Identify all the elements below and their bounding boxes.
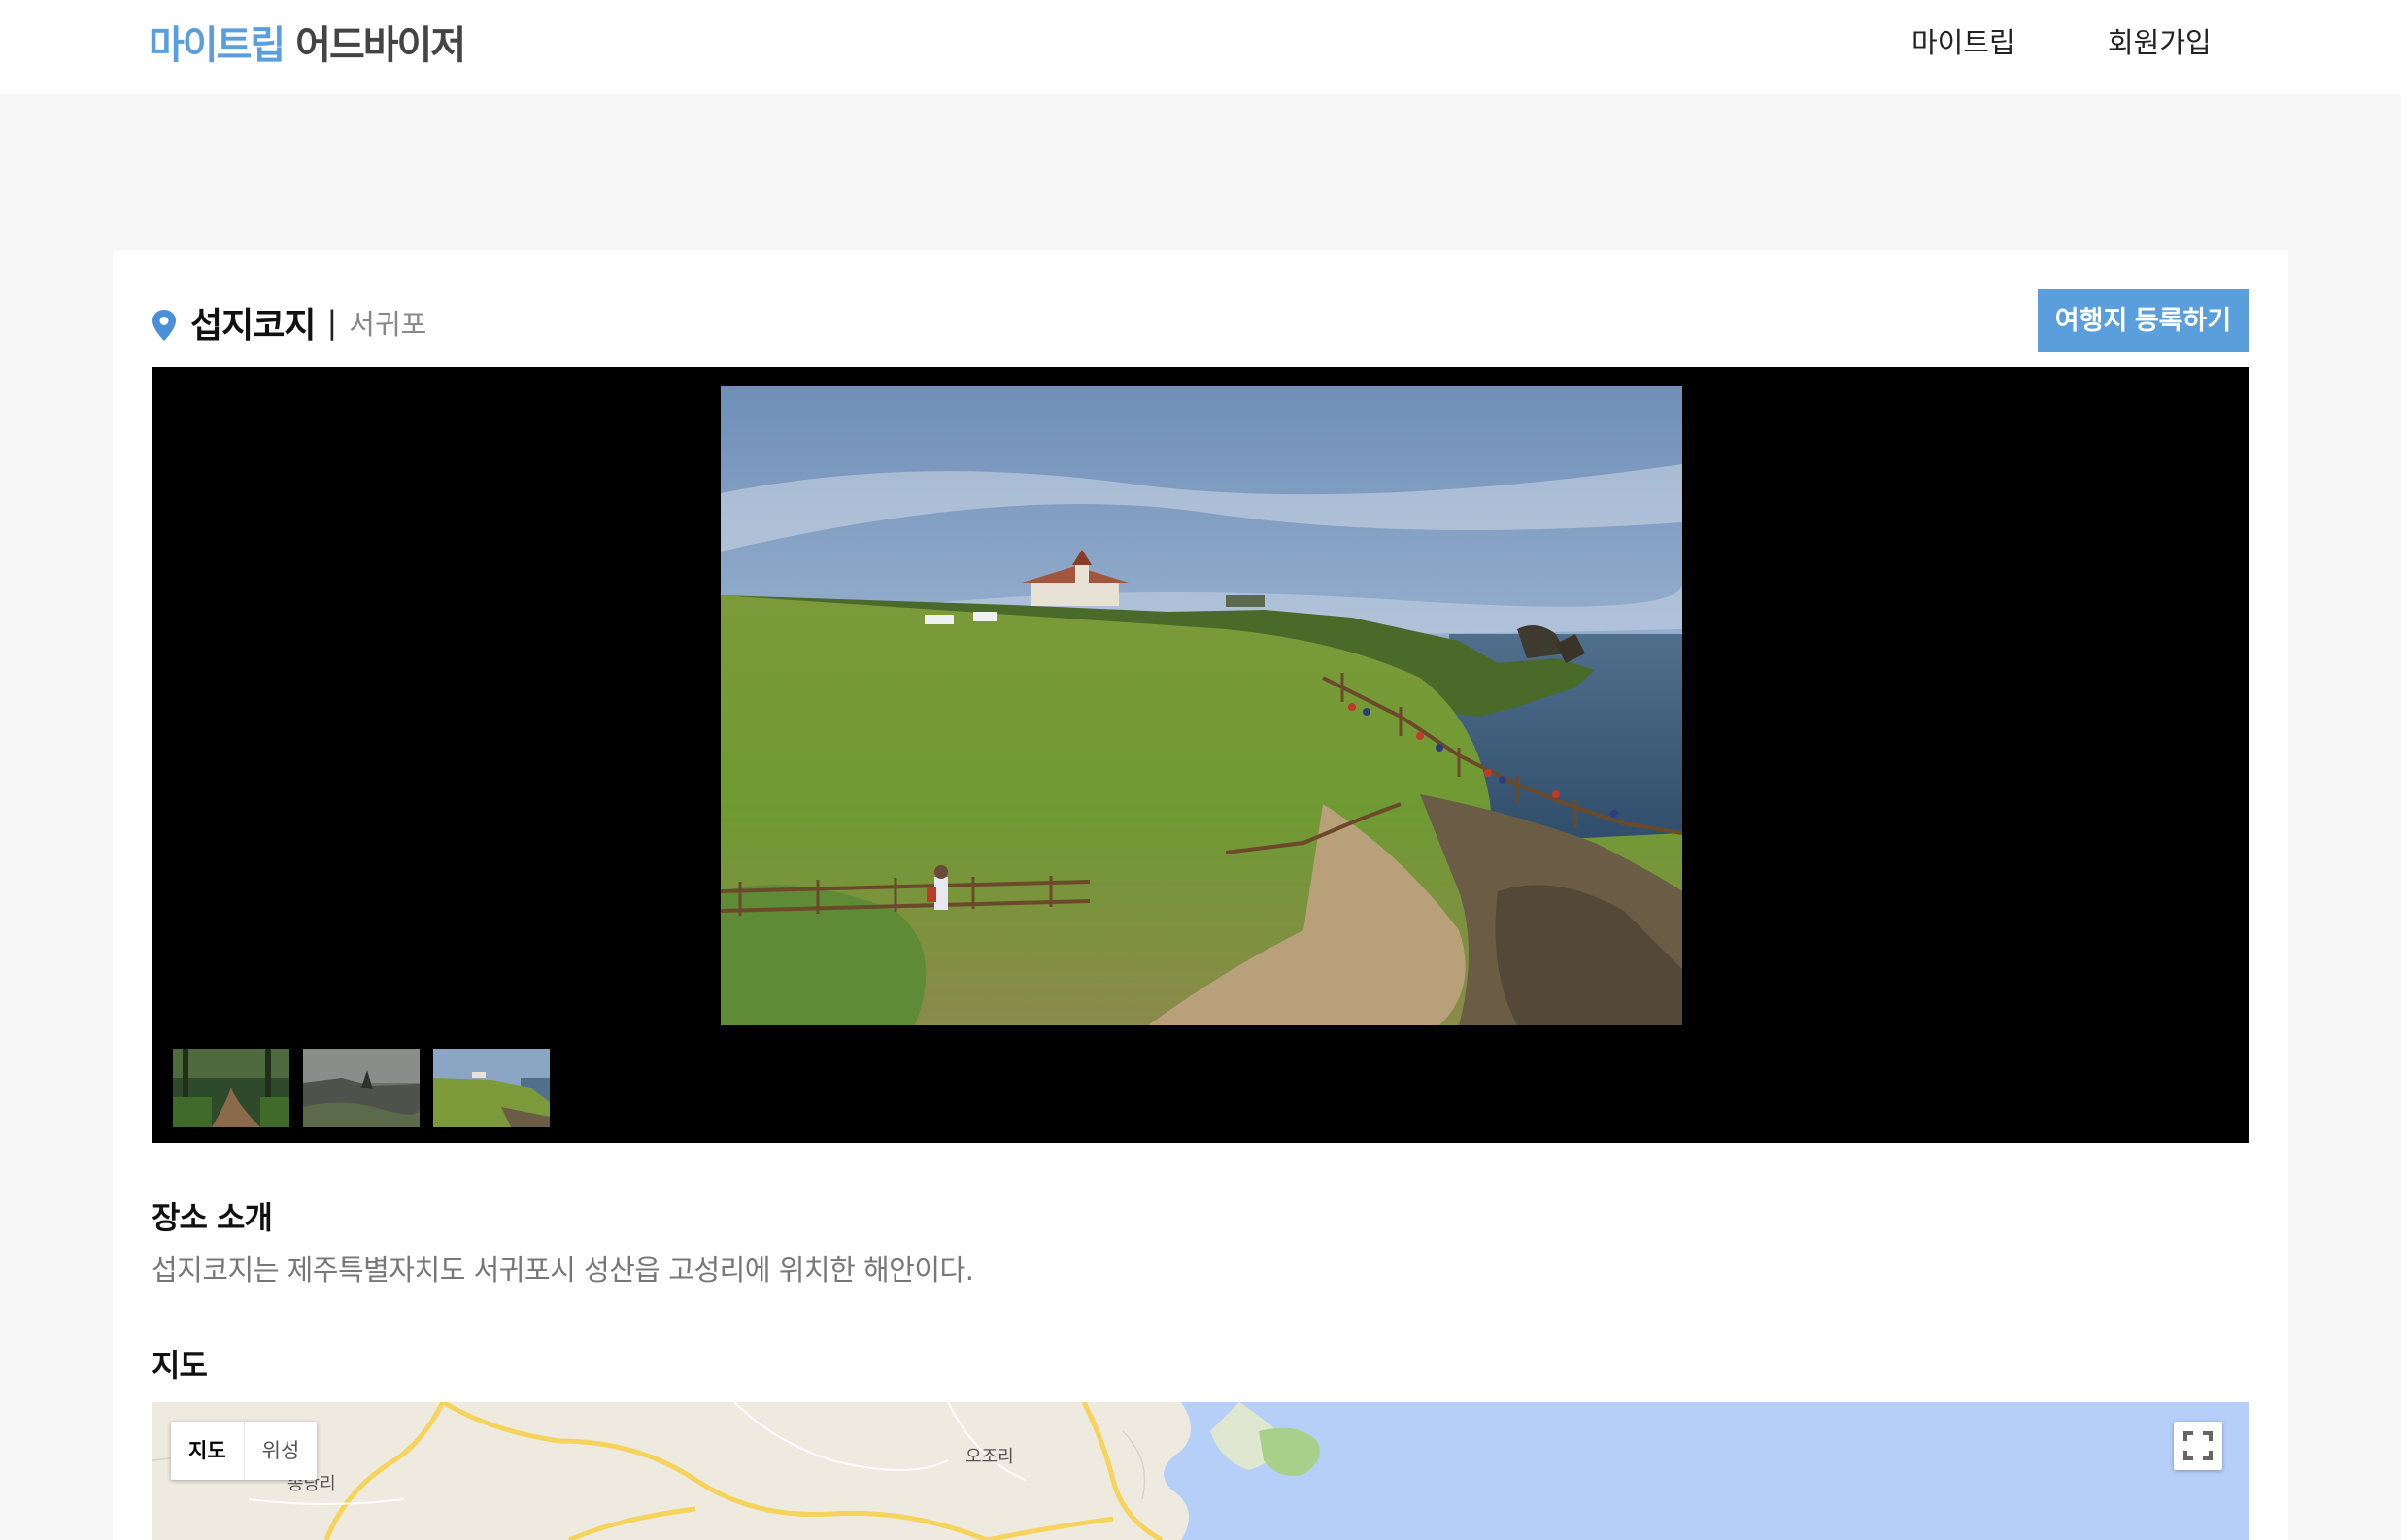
logo-rest-text: 어드바이저 <box>295 23 466 68</box>
place-name: 섭지코지 <box>190 306 316 346</box>
place-title-row: 섭지코지 | 서귀포 <box>152 298 426 347</box>
map-fullscreen-button[interactable] <box>2174 1422 2222 1470</box>
top-navigation-bar: 마이트립 어드바이저 마이트립 회원가입 <box>0 0 2401 94</box>
nav-link-signup[interactable]: 회원가입 <box>2108 23 2212 62</box>
map-type-roadmap-button[interactable]: 지도 <box>171 1422 244 1480</box>
fullscreen-icon <box>2183 1431 2213 1460</box>
thumbnail-forest-path[interactable] <box>173 1049 289 1127</box>
site-logo[interactable]: 마이트립 어드바이저 <box>149 21 466 70</box>
location-pin-icon <box>152 310 176 341</box>
map-view[interactable]: 송당리 오조리 지도 위성 <box>152 1402 2249 1540</box>
intro-description: 섭지코지는 제주특별자치도 서귀포시 성산읍 고성리에 위치한 해안이다. <box>152 1254 974 1287</box>
map-section-title: 지도 <box>152 1347 208 1384</box>
intro-section-title: 장소 소개 <box>152 1199 273 1236</box>
register-destination-button[interactable]: 여행지 등록하기 <box>2038 289 2249 352</box>
place-region: 서귀포 <box>349 308 427 341</box>
nav-link-mytrip[interactable]: 마이트립 <box>1911 23 2015 62</box>
logo-brand-text: 마이트립 <box>149 23 286 68</box>
map-type-toggle: 지도 위성 <box>171 1422 318 1480</box>
map-label-village-b: 오조리 <box>965 1447 1014 1467</box>
photo-gallery <box>152 367 2249 1143</box>
map-type-satellite-button[interactable]: 위성 <box>243 1422 318 1480</box>
map-canvas <box>152 1402 2249 1540</box>
thumbnail-coastal-meadow[interactable] <box>433 1049 550 1127</box>
thumbnail-misty-coast[interactable] <box>303 1049 420 1127</box>
title-separator: | <box>326 304 338 341</box>
main-photo-coastal-meadow <box>721 386 1682 1025</box>
